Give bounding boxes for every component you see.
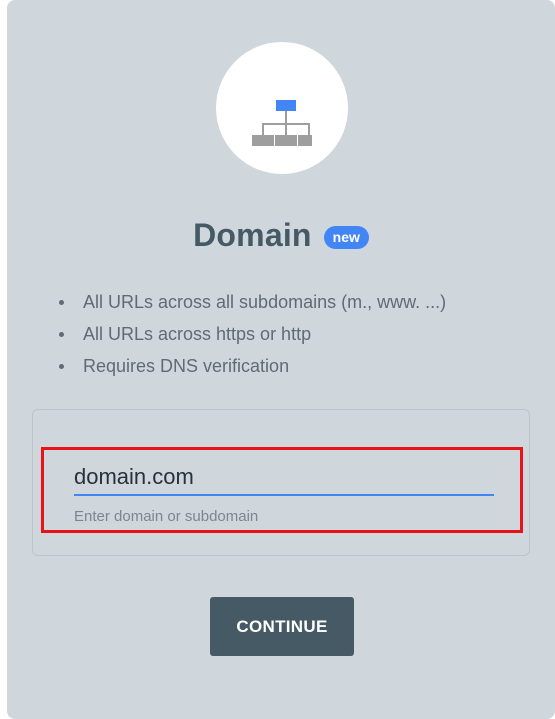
- feature-item: All URLs across https or http: [55, 318, 446, 350]
- feature-item: Requires DNS verification: [55, 350, 446, 382]
- new-badge: new: [323, 225, 369, 249]
- feature-text: All URLs across https or http: [83, 324, 312, 344]
- title-row: Domain new: [7, 213, 555, 257]
- bullet-icon: [59, 332, 64, 337]
- feature-item: All URLs across all subdomains (m., www.…: [55, 286, 446, 318]
- feature-text: Requires DNS verification: [83, 356, 290, 376]
- domain-input-panel: Enter domain or subdomain: [32, 409, 530, 556]
- input-highlight-box: Enter domain or subdomain: [41, 447, 523, 533]
- input-helper-text: Enter domain or subdomain: [74, 508, 259, 525]
- feature-list: All URLs across all subdomains (m., www.…: [55, 286, 446, 382]
- property-title: Domain: [193, 216, 312, 253]
- bullet-icon: [59, 364, 64, 369]
- feature-text: All URLs across all subdomains (m., www.…: [83, 292, 447, 312]
- icon-circle: [216, 42, 348, 174]
- input-underline: [74, 494, 494, 496]
- domain-property-card: Domain new All URLs across all subdomain…: [7, 0, 555, 719]
- domain-input[interactable]: [74, 461, 494, 493]
- bullet-icon: [59, 300, 64, 305]
- continue-button[interactable]: CONTINUE: [210, 597, 354, 656]
